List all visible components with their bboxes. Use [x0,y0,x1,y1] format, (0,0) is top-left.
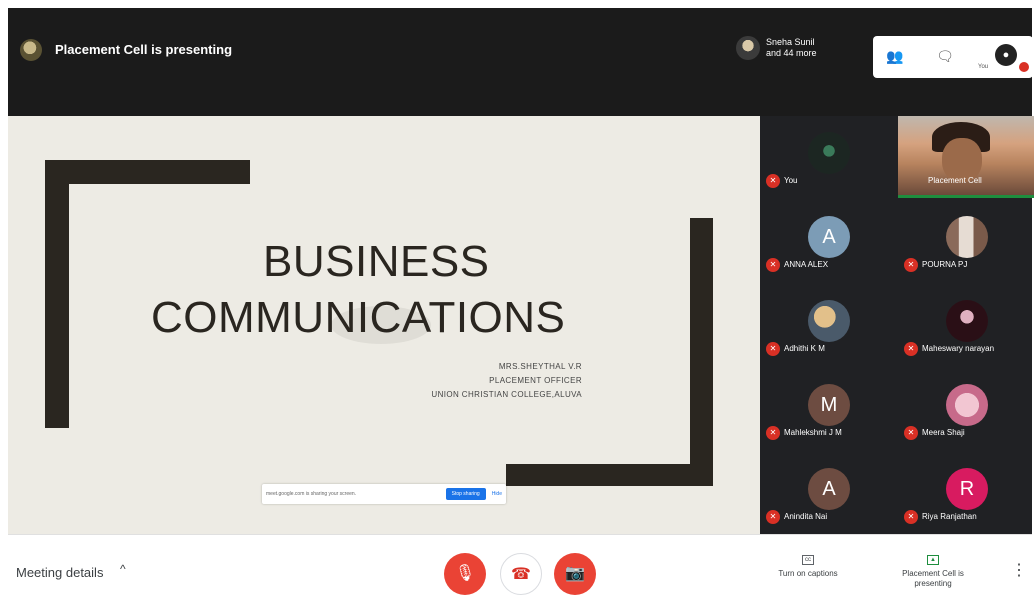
captions-button[interactable]: cc Turn on captions [776,555,840,579]
meet-window: Placement Cell is presenting Sneha Sunil… [0,0,1036,606]
shared-slide: BUSINESS COMMUNICATIONS MRS.SHEYTHAL V.R… [8,116,760,534]
captions-label: Turn on captions [778,569,838,578]
slide-frame-bar [45,160,250,184]
chat-icon[interactable]: 🗨 [935,46,955,66]
camera-off-icon: 📷 [565,565,585,582]
you-avatar-icon[interactable]: ● [995,44,1017,66]
participant-initial: M [808,384,850,426]
chevron-up-icon[interactable]: ^ [120,562,126,576]
bottom-bar: Meeting details ^ 🎙 ☎ 📷 cc Turn on capti… [8,534,1032,606]
participant-name: Meera Shaji [922,428,965,437]
mic-off-icon: ✕ [904,342,918,356]
participant-name: Riya Ranjathan [922,512,977,521]
participant-photo [946,216,988,258]
screen-share-notice: meet.google.com is sharing your screen. … [262,484,506,504]
mic-toggle-button[interactable]: 🎙 [444,553,486,595]
slide-subtitle: MRS.SHEYTHAL V.R PLACEMENT OFFICER UNION… [431,360,582,402]
mic-off-icon: ✕ [904,510,918,524]
participant-name: Adhithi K M [784,344,825,353]
participant-photo [808,300,850,342]
mic-off-icon: ✕ [904,426,918,440]
participant-tile[interactable]: R ✕ Riya Ranjathan [898,452,1034,534]
participant-initial: A [808,468,850,510]
participant-name: Maheswary narayan [922,344,995,353]
participant-name: ANNA ALEX [784,260,829,269]
presenter-role: PLACEMENT OFFICER [489,376,582,385]
slide-title-line1: BUSINESS [263,237,490,286]
present-screen-icon: ▲ [927,555,939,565]
presenting-title: Placement Cell is presenting [55,42,233,57]
slide-frame-bar [506,464,713,486]
participant-tile[interactable]: ✕ Adhithi K M [760,284,896,366]
mic-off-icon: ✕ [766,510,780,524]
participant-name: Mahlekshmi J M [784,428,842,437]
hang-up-icon: ☎ [511,566,531,583]
you-label: You [978,64,989,70]
participant-photo [808,132,850,174]
participant-grid: ✕ You Placement Cell A ✕ ANNA ALEX ✕ POU… [760,116,1034,534]
meeting-details-button[interactable]: Meeting details [16,565,103,580]
participant-initial: R [946,468,988,510]
participant-name: POURNA PJ [922,260,968,269]
participant-tile[interactable]: Placement Cell [898,116,1034,198]
slide-frame-bar [690,218,713,486]
camera-toggle-button[interactable]: 📷 [554,553,596,595]
participant-initial: A [808,216,850,258]
captions-icon: cc [802,555,814,565]
mic-off-icon: ✕ [766,426,780,440]
mic-off-icon: ✕ [766,174,780,188]
participant-tile[interactable]: ✕ You [760,116,896,198]
top-bar: Placement Cell is presenting Sneha Sunil… [8,8,1033,116]
mic-off-icon: ✕ [766,258,780,272]
participant-name: Anindita Nai [784,512,828,521]
presenting-button[interactable]: ▲ Placement Cell is presenting [896,555,970,589]
mic-off-icon: 🎙 [454,565,476,582]
presenter-name: MRS.SHEYTHAL V.R [498,362,582,371]
notification-badge [1019,62,1029,72]
presenter-college: UNION CHRISTIAN COLLEGE,ALUVA [431,390,582,399]
slide-frame-bar [45,160,69,428]
participant-name: You [784,176,798,185]
participant-name: Sneha Sunil [766,37,815,47]
stop-sharing-button[interactable]: Stop sharing [445,488,486,500]
share-notice-text: meet.google.com is sharing your screen. [266,491,357,497]
participant-count: and 44 more [766,48,817,58]
participant-tile[interactable]: A ✕ Anindita Nai [760,452,896,534]
leave-call-button[interactable]: ☎ [500,553,542,595]
mic-off-icon: ✕ [766,342,780,356]
participant-tile[interactable]: A ✕ ANNA ALEX [760,200,896,282]
top-actions: 👥 🗨 ● You [873,36,1033,78]
hide-button[interactable]: Hide [492,491,502,497]
participants-summary: Sneha Sunil and 44 more [766,37,817,59]
slide-title-line2: COMMUNICATIONS [151,293,566,342]
people-icon[interactable]: 👥 [885,46,905,66]
participant-tile[interactable]: ✕ POURNA PJ [898,200,1034,282]
participant-avatar [736,36,760,60]
presenting-label: Placement Cell is presenting [902,569,964,588]
participant-photo [946,384,988,426]
participant-tile[interactable]: ✕ Meera Shaji [898,368,1034,450]
participants-chip[interactable]: Sneha Sunil and 44 more [736,36,817,60]
participant-photo [946,300,988,342]
more-options-icon[interactable]: ⋮ [1011,560,1027,580]
mic-off-icon: ✕ [904,258,918,272]
participant-tile[interactable]: M ✕ Mahlekshmi J M [760,368,896,450]
participant-name: Placement Cell [928,176,982,185]
participant-tile[interactable]: ✕ Maheswary narayan [898,284,1034,366]
presenter-avatar [20,39,42,61]
